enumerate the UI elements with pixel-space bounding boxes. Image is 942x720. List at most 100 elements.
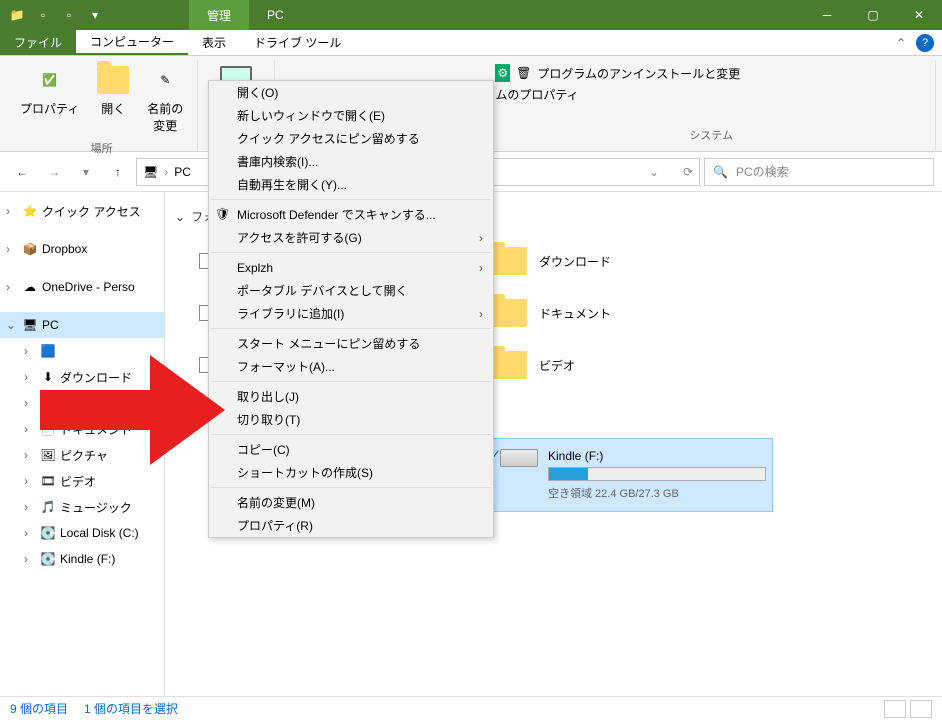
folder-label: ダウンロード: [539, 253, 611, 270]
ctx-item-label: ショートカットの作成(S): [237, 464, 373, 481]
folder-item[interactable]: ドキュメント: [483, 287, 773, 339]
ctx-item-label: フォーマット(A)...: [237, 358, 335, 375]
ctx-item-9[interactable]: ライブラリに追加(I)›: [209, 302, 493, 325]
folder-label: ドキュメント: [539, 305, 611, 322]
sidebar-item-4[interactable]: ›🟦: [0, 338, 164, 364]
ctx-item-8[interactable]: ポータブル デバイスとして開く: [209, 279, 493, 302]
ctx-item-11[interactable]: フォーマット(A)...: [209, 355, 493, 378]
nav-forward-button[interactable]: →: [40, 158, 68, 186]
sidebar-item-3[interactable]: ⌄🖥PC: [0, 312, 164, 338]
ctx-item-3[interactable]: 書庫内検索(I)...: [209, 150, 493, 173]
sidebar-item-label: PC: [42, 318, 59, 332]
ribbon-tab-file[interactable]: ファイル: [0, 30, 76, 55]
ctx-item-16[interactable]: 名前の変更(M): [209, 491, 493, 514]
ctx-item-15[interactable]: ショートカットの作成(S): [209, 461, 493, 484]
titlebar-tab-pc: PC: [249, 0, 302, 30]
ctx-item-label: 切り取り(T): [237, 411, 300, 428]
ribbon-sysprops-label: ムのプロパティ: [495, 86, 578, 103]
collapse-ribbon-icon[interactable]: ⌃: [896, 36, 906, 50]
titlebar-quick-icons: 📁 ▫ ▫ ▾: [0, 6, 104, 24]
status-count: 9 個の項目: [10, 700, 68, 717]
sidebar-item-2[interactable]: › ☁ OneDrive - Perso: [0, 274, 164, 300]
ribbon-tab-drive-tools[interactable]: ドライブ ツール: [240, 30, 355, 55]
ribbon-rename[interactable]: ✎ 名前の 変更: [141, 60, 189, 138]
view-large-button[interactable]: [910, 700, 932, 718]
chevron-icon: ›: [6, 204, 18, 218]
ctx-item-17[interactable]: プロパティ(R): [209, 514, 493, 537]
sidebar-item-0[interactable]: ›⭐クイック アクセス: [0, 198, 164, 224]
folder-item[interactable]: ダウンロード: [483, 235, 773, 287]
ctx-item-label: ポータブル デバイスとして開く: [237, 282, 408, 299]
sidebar-item-11[interactable]: ›💽Local Disk (C:): [0, 520, 164, 546]
maximize-button[interactable]: ▢: [850, 0, 896, 30]
sidebar-item-9[interactable]: ›🎞ビデオ: [0, 468, 164, 494]
ctx-item-10[interactable]: スタート メニューにピン留めする: [209, 332, 493, 355]
chevron-down-icon[interactable]: ⌄: [649, 165, 659, 179]
close-button[interactable]: ✕: [896, 0, 942, 30]
properties-icon: ✅: [34, 64, 66, 96]
ctx-item-0[interactable]: 開く(O): [209, 81, 493, 104]
dropbox-icon: 📦: [22, 241, 38, 257]
drive-icon: [500, 449, 538, 467]
nav-recent-button[interactable]: ▾: [72, 158, 100, 186]
ribbon-open[interactable]: 開く: [91, 60, 135, 138]
nav-back-button[interactable]: ←: [8, 158, 36, 186]
folder-item[interactable]: ビデオ: [483, 339, 773, 391]
view-details-button[interactable]: [884, 700, 906, 718]
ribbon-sysprops[interactable]: ムのプロパティ: [495, 86, 740, 103]
refresh-icon[interactable]: ⟳: [683, 165, 693, 179]
sidebar-item-6[interactable]: ›🟦デスクトップ: [0, 390, 164, 416]
search-placeholder: PCの検索: [736, 163, 789, 180]
drive-name: Kindle (F:): [548, 449, 766, 463]
save-icon[interactable]: ▫: [34, 6, 52, 24]
context-menu: 開く(O)新しいウィンドウで開く(E)クイック アクセスにピン留めする書庫内検索…: [208, 80, 494, 538]
ctx-item-1[interactable]: 新しいウィンドウで開く(E): [209, 104, 493, 127]
sidebar-item-10[interactable]: ›🎵ミュージック: [0, 494, 164, 520]
ribbon-tab-view[interactable]: 表示: [188, 30, 240, 55]
ctx-item-12[interactable]: 取り出し(J): [209, 385, 493, 408]
sidebar-item-7[interactable]: ›📄ドキュメント: [0, 416, 164, 442]
sidebar-item-label: Dropbox: [42, 242, 87, 256]
ctx-item-14[interactable]: コピー(C): [209, 438, 493, 461]
ctx-item-6[interactable]: アクセスを許可する(G)›: [209, 226, 493, 249]
sidebar-item-12[interactable]: ›💽Kindle (F:): [0, 546, 164, 572]
sidebar-item-label: ミュージック: [60, 499, 132, 516]
ctx-item-label: スタート メニューにピン留めする: [237, 335, 420, 352]
onedrive-icon: ☁: [22, 279, 38, 295]
ctx-item-4[interactable]: 自動再生を開く(Y)...: [209, 173, 493, 196]
chevron-icon: ›: [6, 280, 18, 294]
sidebar-item-5[interactable]: ›⬇ダウンロード: [0, 364, 164, 390]
folder-label: ビデオ: [539, 357, 575, 374]
undo-icon[interactable]: ▫: [60, 6, 78, 24]
drive-free-text: 空き領域 22.4 GB/27.3 GB: [548, 485, 766, 501]
titlebar-tab-manage[interactable]: 管理: [189, 0, 249, 30]
search-box[interactable]: 🔍 PCの検索: [704, 158, 934, 186]
minimize-button[interactable]: ─: [804, 0, 850, 30]
ribbon-properties[interactable]: ✅ プロパティ: [14, 60, 85, 138]
ctx-item-2[interactable]: クイック アクセスにピン留めする: [209, 127, 493, 150]
ctx-item-label: 取り出し(J): [237, 388, 299, 405]
ctx-item-7[interactable]: Explzh›: [209, 256, 493, 279]
ribbon-uninstall[interactable]: ⚙ 🗑 プログラムのアンインストールと変更: [495, 64, 740, 82]
sidebar-item-label: OneDrive - Perso: [42, 280, 135, 294]
ctx-item-13[interactable]: 切り取り(T): [209, 408, 493, 431]
help-icon[interactable]: ?: [916, 34, 934, 52]
nav-up-button[interactable]: ↑: [104, 158, 132, 186]
ribbon-tab-computer[interactable]: コンピューター: [76, 30, 188, 55]
uninstall-small-icon: 🗑: [516, 66, 531, 80]
pc-icon: 🖥: [143, 165, 158, 179]
ctx-item-5[interactable]: 🛡Microsoft Defender でスキャンする...: [209, 203, 493, 226]
sidebar-item-8[interactable]: ›🖼ピクチャ: [0, 442, 164, 468]
dropdown-icon[interactable]: ▾: [86, 6, 104, 24]
ctx-item-label: 書庫内検索(I)...: [237, 153, 318, 170]
ctx-item-label: アクセスを許可する(G): [237, 229, 362, 246]
folder-icon: [489, 241, 529, 281]
pc-icon: 🖥: [22, 317, 38, 333]
app-icon: 📁: [8, 6, 26, 24]
sidebar-item-1[interactable]: ›📦Dropbox: [0, 236, 164, 262]
ctx-item-label: Microsoft Defender でスキャンする...: [237, 206, 436, 223]
ctx-item-label: 名前の変更(M): [237, 494, 315, 511]
music-icon: 🎵: [40, 499, 56, 515]
ctx-item-label: ライブラリに追加(I): [237, 305, 344, 322]
drive-item[interactable]: ✓Kindle (F:)空き領域 22.4 GB/27.3 GB: [483, 438, 773, 512]
